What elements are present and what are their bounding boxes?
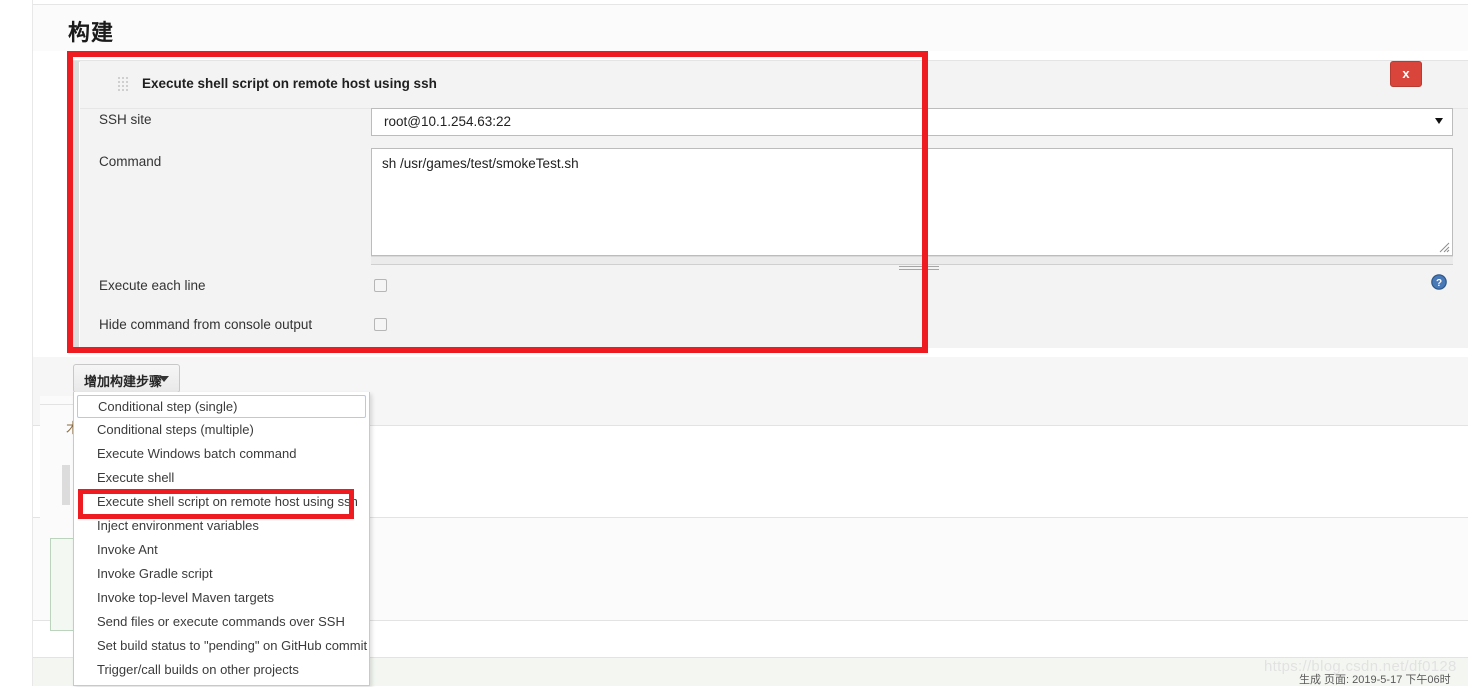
add-build-step-label: 增加构建步骤 bbox=[84, 374, 163, 389]
build-step-header: Execute shell script on remote host usin… bbox=[80, 61, 1468, 109]
help-circle-icon[interactable]: ? bbox=[1431, 274, 1447, 290]
menu-item[interactable]: Set build status to "pending" on GitHub … bbox=[74, 634, 369, 658]
svg-text:?: ? bbox=[1436, 278, 1442, 289]
ssh-site-selected-value: root@10.1.254.63:22 bbox=[384, 114, 512, 129]
menu-item[interactable]: Conditional steps (multiple) bbox=[74, 418, 369, 442]
menu-item[interactable]: Invoke Ant bbox=[74, 538, 369, 562]
hide-command-checkbox[interactable] bbox=[374, 318, 387, 331]
menu-item[interactable]: Trigger/call builds on other projects bbox=[74, 658, 369, 682]
drag-grip-icon[interactable] bbox=[118, 77, 131, 93]
section-header: 构建 bbox=[33, 4, 1468, 51]
footer-timestamp: 生成 页面: 2019-5-17 下午06时 bbox=[1299, 674, 1451, 686]
menu-item[interactable]: Execute shell script on remote host usin… bbox=[74, 490, 369, 514]
command-value: sh /usr/games/test/smokeTest.sh bbox=[382, 156, 579, 171]
execute-each-line-checkbox[interactable] bbox=[374, 279, 387, 292]
execute-each-line-label: Execute each line bbox=[99, 278, 206, 293]
chevron-down-icon bbox=[1435, 118, 1443, 124]
command-textarea[interactable]: sh /usr/games/test/smokeTest.sh bbox=[371, 148, 1453, 256]
resize-handle-icon[interactable] bbox=[1436, 239, 1450, 253]
menu-item[interactable]: Send files or execute commands over SSH bbox=[74, 610, 369, 634]
menu-item[interactable]: Invoke Gradle script bbox=[74, 562, 369, 586]
left-gutter bbox=[0, 0, 33, 686]
textarea-grip-bar[interactable] bbox=[371, 256, 1453, 270]
add-build-step-menu[interactable]: Conditional step (single) Conditional ste… bbox=[73, 392, 370, 686]
menu-item[interactable]: Execute Windows batch command bbox=[74, 442, 369, 466]
build-step-rail bbox=[73, 61, 79, 348]
menu-item[interactable]: Conditional step (single) bbox=[77, 395, 366, 418]
chevron-down-icon bbox=[159, 376, 169, 382]
close-button-label: x bbox=[1402, 66, 1410, 81]
menu-item[interactable]: Execute shell bbox=[74, 466, 369, 490]
add-build-step-button[interactable]: 增加构建步骤 bbox=[73, 364, 180, 393]
close-button[interactable]: x bbox=[1390, 61, 1422, 87]
ssh-site-select[interactable]: root@10.1.254.63:22 bbox=[371, 108, 1453, 136]
command-label: Command bbox=[99, 154, 162, 169]
page-root: 木 构建 Execute shell script on remote host… bbox=[0, 0, 1468, 686]
hide-command-label: Hide command from console output bbox=[99, 317, 313, 332]
menu-item[interactable]: Inject environment variables bbox=[74, 514, 369, 538]
menu-item[interactable]: Invoke top-level Maven targets bbox=[74, 586, 369, 610]
background-bar bbox=[62, 465, 70, 505]
grip-lines-icon bbox=[899, 259, 939, 270]
ssh-site-label: SSH site bbox=[99, 112, 152, 127]
background-divider bbox=[40, 404, 73, 405]
page-title: 构建 bbox=[68, 20, 115, 45]
build-step-title: Execute shell script on remote host usin… bbox=[142, 76, 437, 91]
build-step-card: Execute shell script on remote host usin… bbox=[73, 60, 1468, 348]
